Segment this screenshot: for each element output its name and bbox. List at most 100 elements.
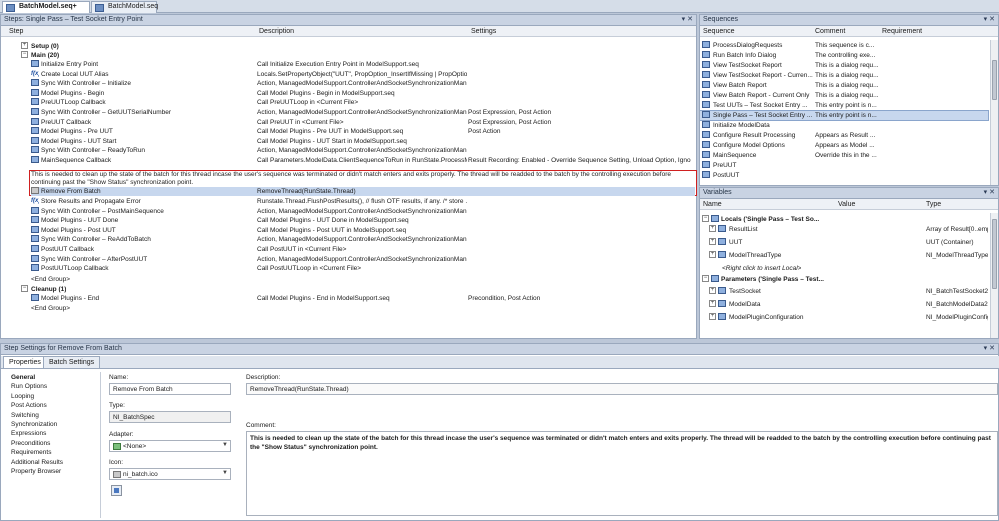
group-main[interactable]: − Main (20) xyxy=(1,51,691,60)
column-settings[interactable]: Settings xyxy=(471,28,496,35)
step-row[interactable]: f(x)Store Results and Propagate Error Run… xyxy=(1,197,691,206)
variable-row[interactable]: + ModelData NI_BatchModelData2 (C xyxy=(700,300,988,309)
collapse-icon[interactable]: − xyxy=(702,215,709,222)
variable-row[interactable]: + ModelThreadType NI_ModelThreadType (... xyxy=(700,251,988,260)
sequence-row[interactable]: Test UUTs – Test Socket Entry ... This en… xyxy=(700,101,988,110)
step-row[interactable]: Sync With Controller – ReAddToBatch Actio… xyxy=(1,235,691,244)
doc-tab-batchmodel-modified[interactable]: BatchModel.seq+ xyxy=(2,1,90,13)
expand-icon[interactable]: + xyxy=(709,251,716,258)
settings-nav-item[interactable]: Post Actions xyxy=(11,402,47,409)
column-comment[interactable]: Comment xyxy=(815,28,845,35)
pane-pin-close-buttons[interactable]: ▾ ✕ xyxy=(682,15,693,23)
step-row[interactable]: Model Plugins - Begin Call Model Plugins … xyxy=(1,88,691,98)
sequence-row[interactable]: Single Pass – Test Socket Entry ... This … xyxy=(700,110,989,121)
settings-nav-item[interactable]: Switching xyxy=(11,412,39,419)
sequence-row[interactable]: Initialize ModelData xyxy=(700,121,988,130)
tab-properties[interactable]: Properties xyxy=(3,356,47,368)
settings-nav-item[interactable]: Additional Results xyxy=(11,459,63,466)
collapse-icon[interactable]: − xyxy=(702,275,709,282)
settings-nav-item[interactable]: Synchronization xyxy=(11,421,57,428)
step-row[interactable]: Sync With Controller – Initialize Action,… xyxy=(1,79,691,88)
sequence-row[interactable]: Configure Model Options Appears as Model … xyxy=(700,141,988,150)
settings-nav-item[interactable]: Run Options xyxy=(11,383,47,390)
locals-node[interactable]: − Locals ('Single Pass – Test So... xyxy=(700,215,990,224)
step-row[interactable]: Sync With Controller – AfterPostUUT Actio… xyxy=(1,254,691,264)
expand-icon[interactable]: + xyxy=(709,313,716,320)
pane-pin-close-buttons[interactable]: ▾ ✕ xyxy=(984,188,995,196)
locals-hint[interactable]: <Right click to insert Local> xyxy=(722,264,922,273)
group-setup[interactable]: + Setup (0) xyxy=(1,42,691,51)
pane-pin-close-buttons[interactable]: ▾ ✕ xyxy=(984,344,995,352)
step-row[interactable]: PreUUTLoop Callback Call PreUUTLoop in <C… xyxy=(1,98,691,107)
sequence-icon xyxy=(702,131,710,138)
step-row[interactable]: Model Plugins - UUT Start Call Model Plug… xyxy=(1,136,691,146)
settings-nav-item[interactable]: General xyxy=(11,374,35,381)
scrollbar-thumb[interactable] xyxy=(992,219,997,289)
sequence-row[interactable]: View Batch Report - Current Only This is … xyxy=(700,91,988,100)
sequence-row[interactable]: PreUUT xyxy=(700,161,988,170)
tab-batch-settings[interactable]: Batch Settings xyxy=(43,356,101,368)
step-row[interactable]: Model Plugins - End Call Model Plugins - … xyxy=(1,294,691,303)
variables-scrollbar[interactable] xyxy=(990,213,998,338)
settings-nav-item[interactable]: Looping xyxy=(11,393,34,400)
step-row[interactable]: PreUUT Callback Call PreUUT in <Current F… xyxy=(1,117,691,127)
sequence-row[interactable]: View Batch Report This is a dialog requ..… xyxy=(700,81,988,90)
variable-row[interactable]: + ResultList Array of Result[0..empty] xyxy=(700,225,988,234)
adapter-select[interactable]: <None> ▼ xyxy=(109,440,231,452)
step-row[interactable]: PostUUTLoop Callback Call PostUUTLoop in … xyxy=(1,264,691,273)
chevron-down-icon[interactable]: ▼ xyxy=(222,442,228,448)
step-row[interactable]: Model Plugins - Pre UUT Call Model Plugin… xyxy=(1,127,691,136)
collapse-icon[interactable]: − xyxy=(21,51,28,58)
pane-pin-close-buttons[interactable]: ▾ ✕ xyxy=(984,15,995,23)
column-type[interactable]: Type xyxy=(926,201,941,208)
chevron-down-icon[interactable]: ▼ xyxy=(222,470,228,476)
variable-row[interactable]: + ModelPluginConfiguration NI_ModelPluginC… xyxy=(700,313,988,322)
step-row[interactable]: Sync With Controller – ReadyToRun Action,… xyxy=(1,146,691,155)
sequence-row[interactable]: View TestSocket Report This is a dialog r… xyxy=(700,61,988,70)
column-requirement[interactable]: Requirement xyxy=(882,28,922,35)
description-field[interactable]: RemoveThread(RunState.Thread) xyxy=(246,383,998,395)
collapse-icon[interactable]: − xyxy=(21,285,28,292)
step-row[interactable]: f(x)Create Local UUT Alias Locals.SetProp… xyxy=(1,69,691,79)
icon-select[interactable]: ni_batch.ico ▼ xyxy=(109,468,231,480)
name-field[interactable]: Remove From Batch xyxy=(109,383,231,395)
step-row[interactable]: MainSequence Callback Call Parameters.Mod… xyxy=(1,156,691,165)
column-description[interactable]: Description xyxy=(259,28,294,35)
column-name[interactable]: Name xyxy=(703,201,722,208)
comment-field[interactable]: This is needed to clean up the state of … xyxy=(246,431,998,516)
scrollbar-thumb[interactable] xyxy=(992,60,997,100)
sequence-row[interactable]: ProcessDialogRequests This sequence is c.… xyxy=(700,41,988,50)
column-sequence[interactable]: Sequence xyxy=(703,28,735,35)
expand-icon[interactable]: + xyxy=(709,225,716,232)
sequence-row[interactable]: MainSequence Override this in the ... xyxy=(700,151,988,160)
step-row[interactable]: Initialize Entry Point Call Initialize Ex… xyxy=(1,60,691,69)
group-cleanup[interactable]: − Cleanup (1) xyxy=(1,285,691,294)
expand-icon[interactable]: + xyxy=(21,42,28,49)
column-value[interactable]: Value xyxy=(838,201,855,208)
sequence-row[interactable]: PostUUT xyxy=(700,171,988,180)
settings-nav-item[interactable]: Property Browser xyxy=(11,468,61,475)
sequence-comment: This sequence is c... xyxy=(815,42,875,49)
settings-nav-item[interactable]: Preconditions xyxy=(11,440,50,447)
expand-icon[interactable]: + xyxy=(709,238,716,245)
browse-icon-button[interactable] xyxy=(111,485,122,496)
sequence-row[interactable]: View TestSocket Report - Curren... This i… xyxy=(700,71,988,80)
expand-icon[interactable]: + xyxy=(709,300,716,307)
expand-icon[interactable]: + xyxy=(709,287,716,294)
variable-row[interactable]: + UUT UUT (Container) xyxy=(700,238,988,247)
step-row[interactable]: PostUUT Callback Call PostUUT in <Current… xyxy=(1,245,691,254)
step-row[interactable]: Sync With Controller – PostMainSequence A… xyxy=(1,206,691,216)
sequence-row[interactable]: Run Batch Info Dialog The controlling exe… xyxy=(700,51,988,60)
sequence-row[interactable]: Configure Result Processing Appears as Re… xyxy=(700,131,988,140)
variable-row[interactable]: + TestSocket NI_BatchTestSocket2 ( xyxy=(700,287,988,296)
sequences-scrollbar[interactable] xyxy=(990,40,998,185)
step-row[interactable]: Model Plugins - UUT Done Call Model Plugi… xyxy=(1,216,691,225)
column-step[interactable]: Step xyxy=(9,28,23,35)
settings-nav-item[interactable]: Expressions xyxy=(11,430,46,437)
step-row[interactable]: Model Plugins - Post UUT Call Model Plugi… xyxy=(1,225,691,235)
step-row-remove-from-batch[interactable]: Remove From Batch RemoveThread(RunState.… xyxy=(31,187,695,196)
step-row[interactable]: Sync With Controller – GetUUTSerialNumbe… xyxy=(1,108,691,117)
parameters-node[interactable]: − Parameters ('Single Pass – Test... xyxy=(700,275,990,284)
settings-nav-item[interactable]: Requirements xyxy=(11,449,51,456)
doc-tab-batchmodel[interactable]: BatchModel.seq xyxy=(91,1,158,13)
